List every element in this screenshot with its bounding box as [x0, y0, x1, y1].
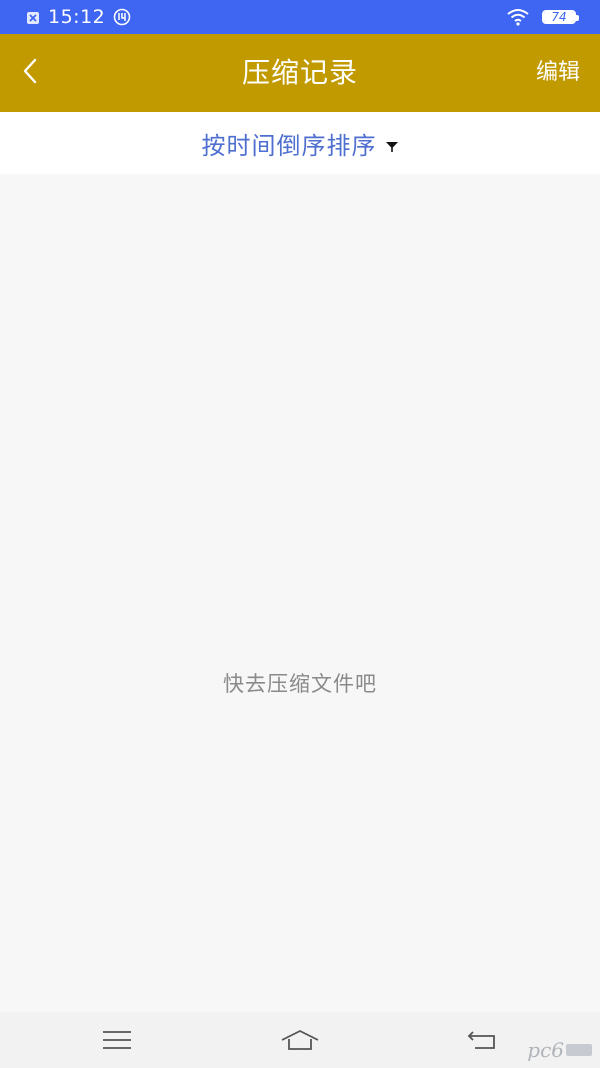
- back-icon: [467, 1029, 497, 1051]
- status-time: 15:12: [48, 6, 106, 28]
- menu-icon: [102, 1029, 132, 1051]
- empty-state-message: 快去压缩文件吧: [223, 672, 377, 696]
- system-nav-bar: pc6: [0, 1012, 600, 1068]
- battery-level: 74: [544, 11, 574, 23]
- filter-triangle-icon: [385, 138, 399, 152]
- record-list-area: 快去压缩文件吧: [0, 174, 600, 1012]
- sort-label: 按时间倒序排序: [201, 131, 377, 160]
- nav-home-button[interactable]: [278, 1022, 322, 1058]
- nav-back-button[interactable]: [460, 1022, 504, 1058]
- screen: 15:12 74 压缩记录 编辑 按时间倒序排序 快去压缩文件吧 pc6: [0, 0, 600, 1068]
- back-button[interactable]: [8, 51, 52, 95]
- battery-icon: 74: [542, 10, 579, 24]
- status-left: 15:12: [26, 6, 131, 28]
- sim-icon: [26, 10, 40, 24]
- status-right: 74: [506, 7, 579, 27]
- watermark-badge: [566, 1044, 592, 1056]
- chevron-left-icon: [20, 57, 40, 89]
- usb-debug-icon: [113, 8, 131, 26]
- page-title: 压缩记录: [241, 56, 358, 89]
- edit-button[interactable]: 编辑: [536, 54, 580, 92]
- sort-selector[interactable]: 按时间倒序排序: [0, 112, 600, 174]
- wifi-icon: [506, 8, 530, 26]
- home-icon: [280, 1029, 320, 1051]
- nav-menu-button[interactable]: [95, 1022, 139, 1058]
- status-bar: 15:12 74: [0, 0, 600, 34]
- watermark-logo: pc6: [527, 1038, 592, 1062]
- watermark-text: pc6: [527, 1038, 564, 1062]
- app-bar: 压缩记录 编辑: [0, 34, 600, 112]
